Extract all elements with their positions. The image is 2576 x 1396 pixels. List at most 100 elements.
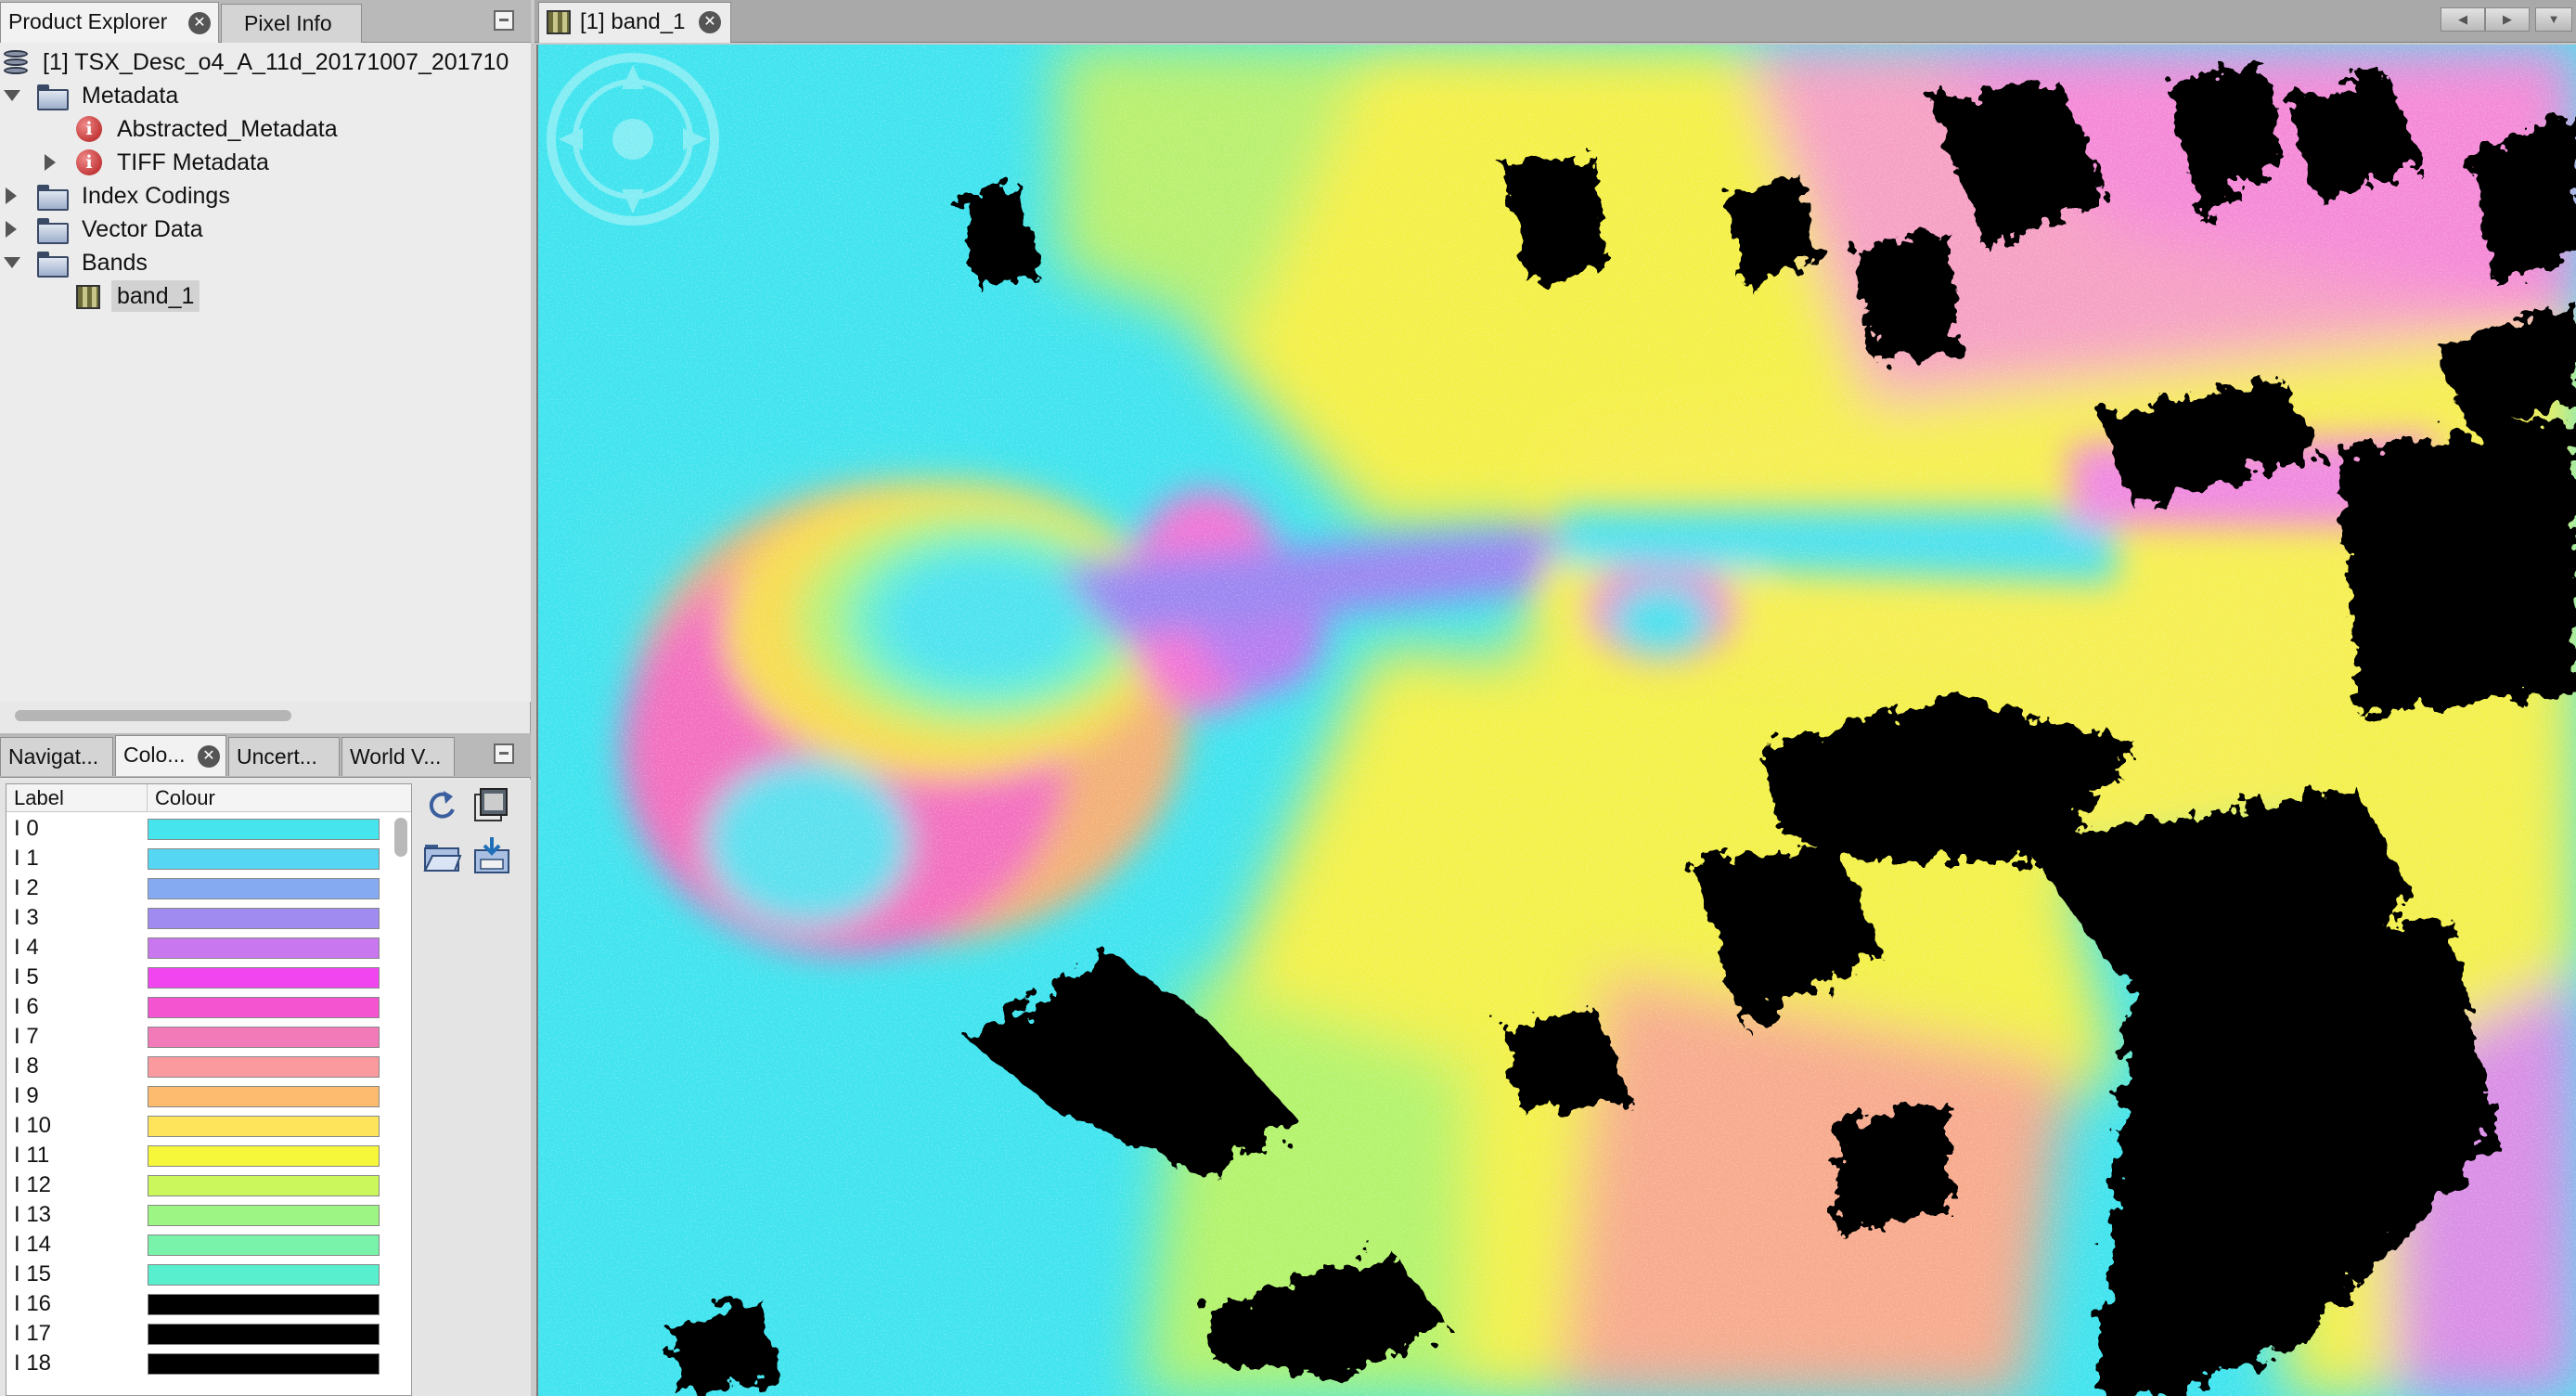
reset-icon[interactable] <box>421 785 462 826</box>
colour-swatch[interactable] <box>148 848 380 870</box>
colour-table-row[interactable]: I 7 <box>6 1022 411 1052</box>
colour-swatch[interactable] <box>148 997 380 1018</box>
colour-swatch[interactable] <box>148 1145 380 1167</box>
colour-swatch[interactable] <box>148 1027 380 1048</box>
tab-world-view[interactable]: World V... <box>341 737 455 776</box>
save-icon[interactable] <box>471 835 512 876</box>
minimize-icon[interactable] <box>494 743 514 764</box>
chevron-right-icon[interactable] <box>45 154 56 171</box>
colour-table-row[interactable]: I 1 <box>6 844 411 873</box>
colour-row-label[interactable]: I 7 <box>14 1022 39 1052</box>
colour-row-label[interactable]: I 16 <box>14 1289 51 1319</box>
tree-item-tiff-metadata[interactable]: i TIFF Metadata <box>0 147 371 178</box>
colour-table-row[interactable]: I 12 <box>6 1170 411 1200</box>
colour-swatch[interactable] <box>148 1324 380 1345</box>
colour-swatch[interactable] <box>148 1116 380 1137</box>
colour-swatch[interactable] <box>148 1086 380 1107</box>
tree-horizontal-scrollbar[interactable] <box>15 710 291 721</box>
tab-world-view-label: World V... <box>350 744 442 769</box>
tab-uncertainty[interactable]: Uncert... <box>228 737 340 776</box>
tab-product-explorer[interactable]: Product Explorer ✕ <box>0 2 219 43</box>
colour-row-label[interactable]: I 11 <box>14 1141 49 1170</box>
colour-table-row[interactable]: I 4 <box>6 933 411 963</box>
colour-table-row[interactable]: I 5 <box>6 963 411 992</box>
tab-pixel-info-label: Pixel Info <box>244 11 332 35</box>
colour-table-row[interactable]: I 2 <box>6 873 411 903</box>
colour-swatch[interactable] <box>148 1353 380 1375</box>
colour-swatch[interactable] <box>148 1056 380 1078</box>
tree-item-abstracted-metadata[interactable]: i Abstracted_Metadata <box>0 113 371 145</box>
colour-swatch[interactable] <box>148 878 380 899</box>
colour-table-row[interactable]: I 13 <box>6 1200 411 1230</box>
colour-row-label[interactable]: I 2 <box>14 873 39 903</box>
colour-swatch[interactable] <box>148 1205 380 1226</box>
colour-swatch[interactable] <box>148 908 380 929</box>
folder-icon <box>37 252 69 278</box>
close-icon[interactable]: ✕ <box>699 11 721 33</box>
colour-row-label[interactable]: I 1 <box>14 844 39 873</box>
colour-swatch[interactable] <box>148 937 380 959</box>
colour-row-label[interactable]: I 12 <box>14 1170 51 1200</box>
multi-apply-icon[interactable] <box>471 785 512 826</box>
colour-row-label[interactable]: I 8 <box>14 1052 39 1081</box>
colour-table-row[interactable]: I 8 <box>6 1052 411 1081</box>
tab-uncertainty-label: Uncert... <box>237 744 317 769</box>
chevron-down-icon[interactable] <box>4 90 20 101</box>
colour-row-label[interactable]: I 18 <box>14 1349 51 1378</box>
colour-row-label[interactable]: I 3 <box>14 903 39 933</box>
tab-navigation[interactable]: Navigat... <box>0 737 113 776</box>
colour-row-label[interactable]: I 10 <box>14 1111 51 1141</box>
colour-table-row[interactable]: I 6 <box>6 992 411 1022</box>
colour-row-label[interactable]: I 6 <box>14 992 39 1022</box>
chevron-right-icon[interactable] <box>6 187 17 204</box>
colour-table-row[interactable]: I 17 <box>6 1319 411 1349</box>
compass-icon[interactable] <box>547 53 719 226</box>
colour-swatch[interactable] <box>148 1294 380 1315</box>
close-icon[interactable]: ✕ <box>198 745 220 768</box>
colour-row-label[interactable]: I 14 <box>14 1230 51 1260</box>
colour-table-row[interactable]: I 0 <box>6 814 411 844</box>
colour-row-label[interactable]: I 5 <box>14 963 39 992</box>
tree-item-vector-data[interactable]: Vector Data <box>0 213 371 245</box>
colour-table-row[interactable]: I 3 <box>6 903 411 933</box>
image-view[interactable] <box>536 45 2576 1396</box>
tree-item-index-codings[interactable]: Index Codings <box>0 180 371 212</box>
colour-row-label[interactable]: I 9 <box>14 1081 39 1111</box>
colour-row-label[interactable]: I 0 <box>14 814 39 844</box>
colour-swatch[interactable] <box>148 1264 380 1286</box>
tree-item-metadata[interactable]: Metadata <box>0 80 371 111</box>
colour-table-row[interactable]: I 10 <box>6 1111 411 1141</box>
tab-colour-manipulation[interactable]: Colo... ✕ <box>115 735 226 776</box>
colour-table-row[interactable]: I 15 <box>6 1260 411 1289</box>
tree-item-bands[interactable]: Bands <box>0 247 371 278</box>
viewer-tabbar: [1] band_1 ✕ ◀ ▶ ▼ <box>535 0 2576 43</box>
colour-table-scrollbar[interactable] <box>394 818 407 857</box>
colour-table-row[interactable]: I 14 <box>6 1230 411 1260</box>
colour-table-header-label[interactable]: Label <box>6 784 148 812</box>
colour-table-row[interactable]: I 9 <box>6 1081 411 1111</box>
chevron-down-icon[interactable] <box>4 257 20 268</box>
colour-table-header-colour[interactable]: Colour <box>148 784 411 812</box>
colour-swatch[interactable] <box>148 1175 380 1196</box>
colour-row-label[interactable]: I 17 <box>14 1319 51 1349</box>
colour-swatch[interactable] <box>148 1234 380 1256</box>
tree-item-band-1[interactable]: band_1 <box>0 280 371 312</box>
tab-pixel-info[interactable]: Pixel Info <box>221 4 362 43</box>
colour-row-label[interactable]: I 13 <box>14 1200 51 1230</box>
colour-row-label[interactable]: I 4 <box>14 933 39 963</box>
colour-table-row[interactable]: I 11 <box>6 1141 411 1170</box>
colour-table-row[interactable]: I 18 <box>6 1349 411 1378</box>
colour-swatch[interactable] <box>148 967 380 989</box>
colour-table-row[interactable]: I 16 <box>6 1289 411 1319</box>
tab-band-1-view[interactable]: [1] band_1 ✕ <box>538 2 731 43</box>
colour-swatch[interactable] <box>148 819 380 840</box>
info-icon: i <box>76 149 102 175</box>
open-folder-icon[interactable] <box>421 835 462 876</box>
scroll-tabs-left-button[interactable]: ◀ <box>2441 7 2485 32</box>
scroll-tabs-right-button[interactable]: ▶ <box>2485 7 2530 32</box>
tab-list-button[interactable]: ▼ <box>2535 7 2572 32</box>
colour-row-label[interactable]: I 15 <box>14 1260 51 1289</box>
minimize-icon[interactable] <box>494 10 514 31</box>
close-icon[interactable]: ✕ <box>188 12 211 34</box>
chevron-right-icon[interactable] <box>6 221 17 238</box>
